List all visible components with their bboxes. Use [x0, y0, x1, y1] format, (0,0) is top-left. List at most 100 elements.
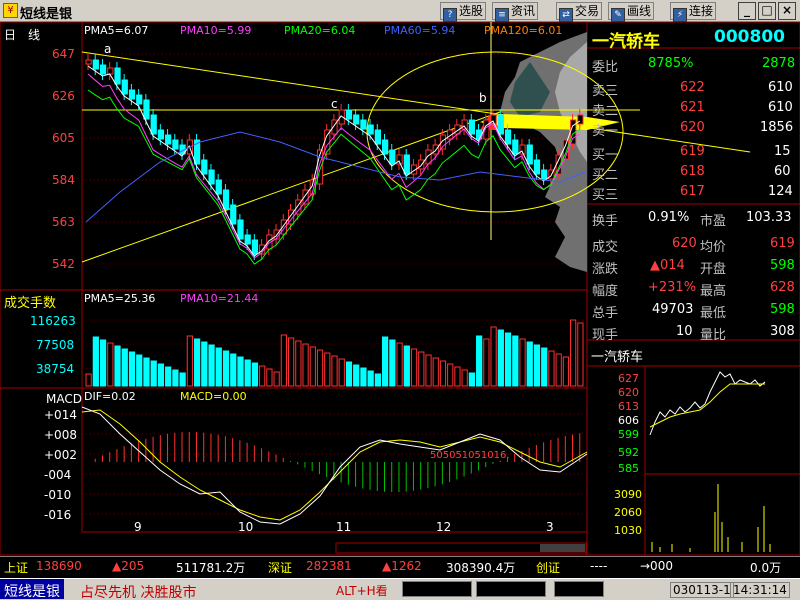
- volume-bar: [316, 349, 324, 387]
- volume-bar: [295, 340, 302, 387]
- app-logo-icon: ¥: [3, 3, 18, 18]
- title-bar: ¥ 短线是银 ? 选股 ≡ 资讯 ⇄ 交易 ✎ 画线 ⚡ 连接 _ □ ×: [0, 0, 800, 22]
- volume-bar: [490, 326, 497, 387]
- volume-bar: [577, 322, 584, 387]
- clock: 14:31:14: [730, 582, 790, 598]
- macd-tick: -004: [44, 468, 72, 482]
- market-status-bar: 上证 138690 ▲205 511781.2万 深证 282381 ▲1262…: [0, 556, 800, 575]
- annotation-b: b: [479, 91, 487, 105]
- volume-bar: [136, 354, 143, 387]
- volume-bar: [483, 338, 490, 387]
- candle-body: [497, 114, 504, 135]
- volume-bar: [555, 353, 562, 387]
- close-button[interactable]: ×: [778, 2, 796, 20]
- app-title: 短线是银: [20, 7, 73, 22]
- candle-body: [541, 169, 548, 180]
- month-tick: 10: [238, 520, 254, 534]
- volume-bar: [273, 371, 280, 387]
- news-icon: ≡: [495, 8, 509, 22]
- candle-body: [382, 139, 389, 155]
- volume-bar: [432, 357, 439, 387]
- ask-row: 卖一 620 1856: [592, 120, 794, 139]
- vol-ma10-label: PMA10=21.44: [180, 292, 259, 305]
- candle-body: [172, 139, 179, 150]
- stat-row: 现手 10 量比 308: [592, 324, 795, 343]
- maximize-button[interactable]: □: [758, 2, 776, 20]
- volume-bar: [128, 351, 136, 387]
- search-icon: ?: [443, 8, 457, 22]
- volume-bar: [519, 338, 526, 387]
- candle-body: [389, 149, 396, 165]
- news-button[interactable]: ≡ 资讯: [492, 2, 539, 22]
- price-tick: 542: [52, 257, 75, 271]
- volume-bar: [244, 359, 251, 387]
- brand-button[interactable]: 短线是银: [0, 579, 64, 600]
- volume-bar: [403, 345, 410, 387]
- volume-bar: [186, 335, 193, 387]
- intraday-tick: 606: [618, 414, 639, 427]
- draw-line-button[interactable]: ✎ 画线: [608, 2, 655, 22]
- trade-icon: ⇄: [559, 8, 573, 22]
- month-tick: 12: [436, 520, 452, 534]
- volume-bar: [99, 339, 107, 387]
- volume-bar: [266, 368, 273, 387]
- volume-bar: [165, 366, 172, 387]
- candle-body: [374, 129, 382, 145]
- candle-body: [345, 109, 353, 120]
- stat-row: 成交 620 均价 619: [592, 236, 795, 255]
- ma10-label: PMA10=5.99: [180, 24, 252, 37]
- stock-select-button[interactable]: ? 选股: [440, 2, 487, 22]
- price-tick: 626: [52, 89, 75, 103]
- volume-bar: [454, 366, 461, 387]
- date-code: 030113-1: [670, 582, 734, 598]
- volume-bar: [287, 337, 295, 387]
- connect-button[interactable]: ⚡ 连接: [670, 2, 717, 22]
- intraday-vol-tick: 2060: [614, 506, 642, 519]
- volume-bar: [259, 365, 266, 387]
- candle-body: [468, 119, 476, 135]
- webi-row: 委比 8785% 2878: [592, 56, 796, 75]
- candle-body: [136, 94, 143, 105]
- month-tick: 9: [134, 520, 142, 534]
- candle-body: [215, 179, 222, 195]
- intraday-tick: 585: [618, 462, 639, 475]
- volume-bar: [251, 362, 259, 387]
- scrollbar-thumb[interactable]: [540, 544, 585, 552]
- macd-title: MACD: [46, 392, 82, 406]
- ma60-label: PMA60=5.94: [384, 24, 456, 37]
- volume-bar: [331, 355, 338, 387]
- bid-row: 买三 617 124: [592, 184, 793, 203]
- volume-bar: [410, 348, 418, 387]
- stock-code: 000800: [714, 27, 785, 47]
- candle-body: [107, 67, 114, 75]
- volume-bar: [85, 373, 92, 387]
- ask-row: 卖二 621 610: [592, 100, 793, 119]
- candle-body: [114, 67, 121, 85]
- macd-tick: +002: [44, 448, 77, 462]
- macd-tick: -016: [44, 508, 72, 522]
- volume-bar: [562, 356, 570, 387]
- bid-row: 买二 618 60: [592, 164, 791, 183]
- volume-bar: [345, 361, 353, 387]
- volume-bar: [150, 360, 157, 387]
- minimize-button[interactable]: _: [738, 2, 756, 20]
- stat-row: 幅度 +231% 最高 628: [592, 280, 795, 299]
- intraday-vol-tick: 3090: [614, 488, 642, 501]
- volume-bar: [374, 373, 382, 387]
- candle-body: [512, 139, 519, 155]
- candle-body: [577, 114, 584, 125]
- volume-bar: [324, 352, 331, 387]
- draw-icon: ✎: [611, 8, 625, 22]
- macd-tick: +014: [44, 408, 77, 422]
- month-tick: 3: [546, 520, 554, 534]
- candle-body: [237, 219, 244, 240]
- macd-tick: +008: [44, 428, 77, 442]
- candle-body: [121, 79, 128, 95]
- intraday-chart: [649, 371, 771, 552]
- volume-bar: [382, 336, 389, 387]
- trade-button[interactable]: ⇄ 交易: [556, 2, 603, 22]
- volume-bar: [172, 369, 179, 387]
- period-label[interactable]: 日 线: [4, 26, 40, 43]
- volume-bar: [533, 344, 541, 387]
- volume-bar: [353, 364, 360, 387]
